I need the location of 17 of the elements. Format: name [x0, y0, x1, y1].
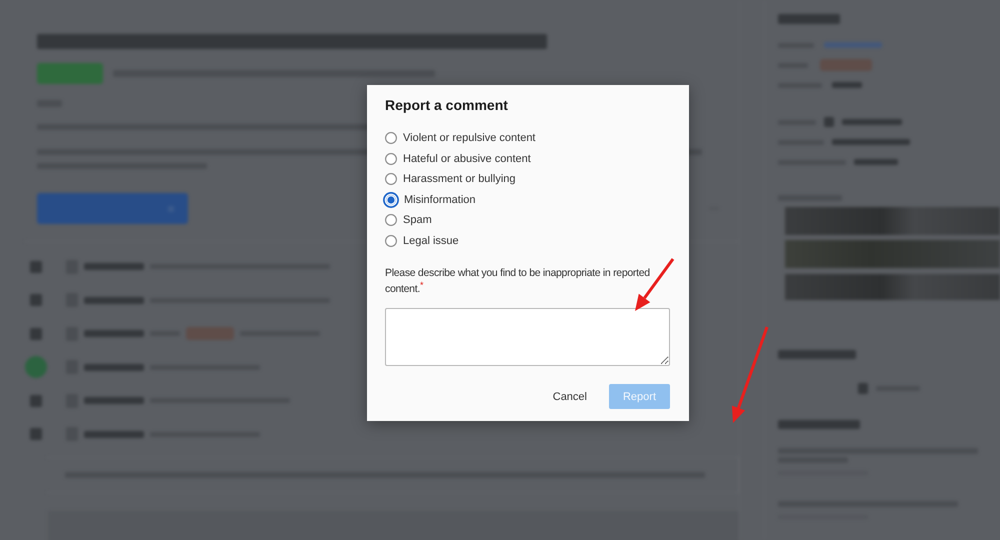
required-mark: *	[420, 280, 424, 290]
radio-button[interactable]	[385, 214, 397, 226]
option-label[interactable]: Legal issue	[403, 234, 459, 247]
comment-field[interactable]	[385, 308, 670, 366]
option-label[interactable]: Hateful or abusive content	[403, 152, 531, 165]
dialog-title: Report a comment	[385, 97, 508, 113]
option-label[interactable]: Misinformation	[404, 194, 476, 206]
option-label[interactable]: Violent or repulsive content	[403, 132, 536, 144]
radio-button[interactable]	[385, 173, 397, 186]
radio-button[interactable]	[383, 192, 399, 208]
cancel-button[interactable]: Cancel	[552, 384, 587, 408]
radio-button[interactable]	[385, 152, 397, 165]
option-label[interactable]: Harassment or bullying	[403, 173, 516, 186]
description-text: Please describe what you find to be inappropriate in reported content.$^{*}$	[385, 266, 651, 297]
radio-button[interactable]	[385, 132, 397, 144]
radio-button[interactable]	[385, 234, 397, 247]
option-label[interactable]: Spam	[403, 214, 432, 226]
